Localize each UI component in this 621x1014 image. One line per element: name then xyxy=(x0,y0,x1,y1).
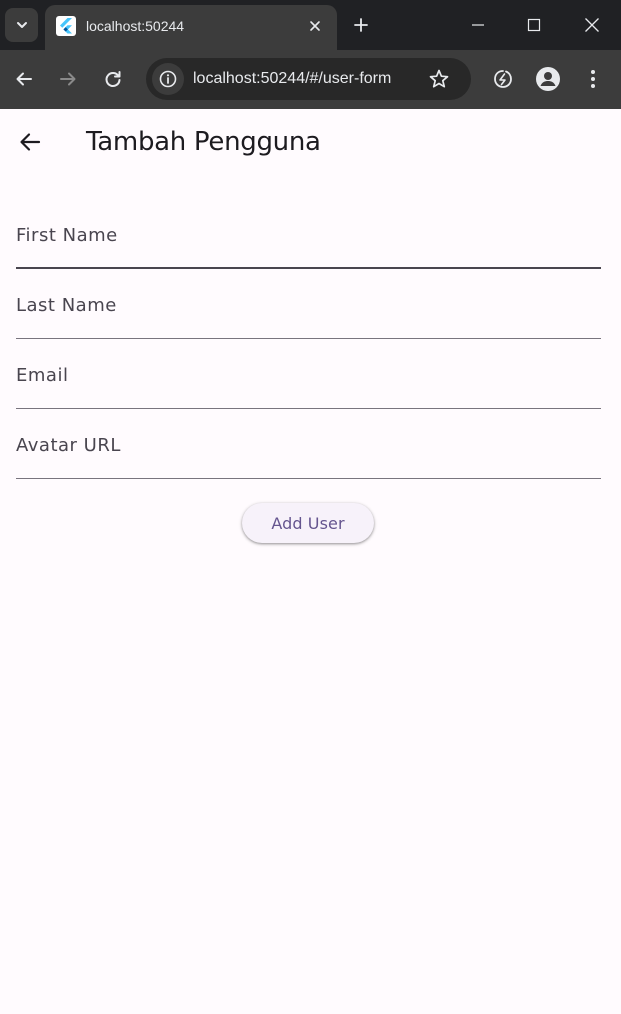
avatar-url-field[interactable]: Avatar URL xyxy=(16,422,601,479)
first-name-field[interactable]: First Name xyxy=(16,212,601,269)
browser-menu-button[interactable] xyxy=(579,65,607,93)
avatar-url-input[interactable] xyxy=(16,452,601,474)
email-field[interactable]: Email xyxy=(16,352,601,409)
close-icon xyxy=(310,21,320,31)
profile-button[interactable] xyxy=(534,65,562,93)
back-nav-button[interactable] xyxy=(10,65,38,93)
browser-tab[interactable]: localhost:50244 xyxy=(45,5,337,50)
address-bar[interactable]: localhost:50244/#/user-form xyxy=(146,58,471,100)
tab-close-button[interactable] xyxy=(305,16,325,36)
site-info-button[interactable] xyxy=(152,63,184,95)
reload-button[interactable] xyxy=(99,65,127,93)
plus-icon xyxy=(354,18,368,32)
tab-title: localhost:50244 xyxy=(86,18,185,34)
more-vert-icon xyxy=(591,70,595,88)
email-input[interactable] xyxy=(16,382,601,404)
add-user-button[interactable]: Add User xyxy=(242,503,374,543)
browser-tabstrip: localhost:50244 xyxy=(0,0,621,50)
arrow-right-icon xyxy=(60,72,76,86)
forward-nav-button[interactable] xyxy=(54,65,82,93)
leaf-icon xyxy=(494,70,512,88)
maximize-icon xyxy=(527,18,541,32)
new-tab-button[interactable] xyxy=(349,13,373,37)
minimize-icon xyxy=(472,24,484,26)
last-name-input[interactable] xyxy=(16,312,601,334)
extension-button[interactable] xyxy=(489,65,517,93)
chevron-down-icon xyxy=(16,22,27,28)
window-close-button[interactable] xyxy=(580,13,604,37)
reload-icon xyxy=(105,71,121,87)
url-text[interactable]: localhost:50244/#/user-form xyxy=(193,69,391,89)
arrow-left-icon xyxy=(16,72,32,86)
app-bar: Tambah Pengguna xyxy=(0,109,621,173)
back-button[interactable] xyxy=(14,126,46,158)
minimize-button[interactable] xyxy=(466,13,490,37)
account-icon xyxy=(536,67,560,91)
page-title: Tambah Pengguna xyxy=(86,127,321,157)
first-name-input[interactable] xyxy=(16,242,601,264)
info-icon xyxy=(159,70,177,88)
last-name-field[interactable]: Last Name xyxy=(16,282,601,339)
star-icon xyxy=(429,69,449,88)
maximize-button[interactable] xyxy=(522,13,546,37)
flutter-logo-icon xyxy=(56,16,76,36)
browser-toolbar: localhost:50244/#/user-form xyxy=(0,50,621,109)
close-icon xyxy=(585,18,599,32)
arrow-left-icon xyxy=(20,133,41,151)
tab-search-button[interactable] xyxy=(5,8,38,42)
bookmark-button[interactable] xyxy=(427,67,451,91)
